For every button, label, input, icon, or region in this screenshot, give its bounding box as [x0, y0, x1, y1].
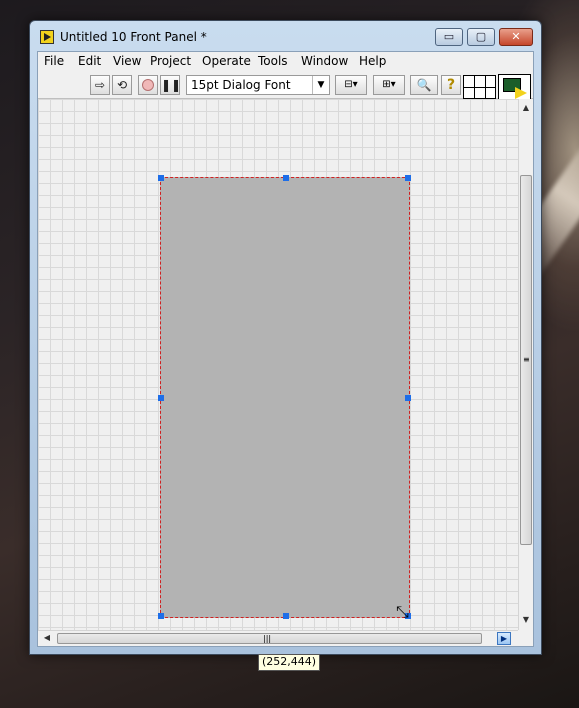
help-icon[interactable]: ? [441, 75, 461, 95]
size-grip[interactable] [518, 630, 533, 646]
chevron-down-icon[interactable]: ▼ [312, 76, 329, 94]
title-bar[interactable]: Untitled 10 Front Panel * ▭ ▢ ✕ [30, 21, 541, 51]
labview-app-icon[interactable] [40, 30, 54, 44]
pause-icon[interactable]: ❚❚ [160, 75, 181, 95]
run-continuously-icon[interactable]: ⟲ [112, 75, 132, 95]
grip-icon: ||| [263, 634, 272, 643]
menu-help[interactable]: Help [359, 54, 386, 68]
run-arrow-icon[interactable]: ⇨ [90, 75, 110, 95]
close-button[interactable]: ✕ [499, 28, 533, 46]
toolbar: ⇨ ⟲ ❚❚ 15pt Dialog Font ▼ ⊟▾ ⊞▾ 🔍 ? [38, 72, 533, 109]
front-panel-window: Untitled 10 Front Panel * ▭ ▢ ✕ File Edi… [29, 20, 542, 655]
scroll-left-arrow[interactable]: ◀ [40, 631, 54, 645]
resize-handle-top-left[interactable] [158, 175, 164, 181]
menu-view[interactable]: View [113, 54, 141, 68]
vertical-scroll-thumb[interactable]: ≡ [520, 175, 532, 545]
menu-project[interactable]: Project [150, 54, 191, 68]
align-objects-icon[interactable]: ⊟▾ [335, 75, 367, 95]
distribute-objects-icon[interactable]: ⊞▾ [373, 75, 405, 95]
menu-edit[interactable]: Edit [78, 54, 101, 68]
window-title: Untitled 10 Front Panel * [60, 30, 207, 44]
font-selector[interactable]: 15pt Dialog Font ▼ [186, 75, 330, 95]
font-selector-value: 15pt Dialog Font [191, 78, 291, 92]
resize-handle-top-right[interactable] [405, 175, 411, 181]
coordinates-tooltip: (252,444) [258, 654, 321, 671]
grip-icon: ≡ [523, 355, 530, 364]
resize-handle-bottom[interactable] [283, 613, 289, 619]
selected-decoration-rectangle[interactable] [158, 175, 411, 619]
window-client-area: File Edit View Project Operate Tools Win… [37, 51, 534, 647]
scroll-up-arrow[interactable]: ▲ [519, 101, 533, 115]
scroll-down-arrow[interactable]: ▼ [519, 613, 533, 627]
horizontal-scroll-thumb[interactable]: ||| [57, 633, 482, 644]
vi-icon-arrow [515, 87, 527, 99]
abort-icon[interactable] [138, 75, 158, 95]
menu-tools[interactable]: Tools [258, 54, 288, 68]
scroll-right-arrow[interactable]: ▶ [497, 632, 511, 645]
horizontal-scrollbar[interactable]: ◀ ||| ▶ [38, 630, 518, 646]
resize-handle-right[interactable] [405, 395, 411, 401]
resize-handle-bottom-left[interactable] [158, 613, 164, 619]
menu-bar: File Edit View Project Operate Tools Win… [38, 52, 533, 73]
menu-operate[interactable]: Operate [202, 54, 251, 68]
maximize-button[interactable]: ▢ [467, 28, 495, 46]
resize-handle-left[interactable] [158, 395, 164, 401]
resize-cursor-icon: ⤡ [396, 602, 409, 621]
front-panel-canvas[interactable]: ⤡ [38, 99, 518, 630]
search-icon[interactable]: 🔍 [410, 75, 438, 95]
menu-file[interactable]: File [44, 54, 64, 68]
minimize-button[interactable]: ▭ [435, 28, 463, 46]
menu-window[interactable]: Window [301, 54, 348, 68]
resize-handle-top[interactable] [283, 175, 289, 181]
vertical-scrollbar[interactable]: ▲ ≡ ▼ [518, 99, 533, 630]
